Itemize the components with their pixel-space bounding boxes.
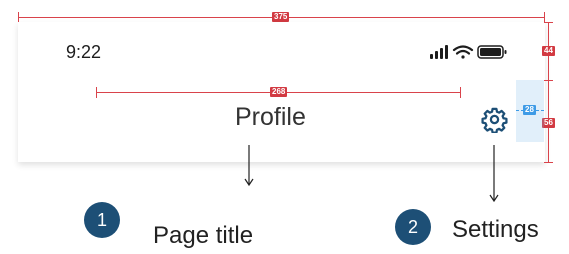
- callout-number-1: 1: [84, 202, 120, 238]
- callout-label-settings: Settings: [452, 216, 539, 243]
- callout-label-page-title: Page title: [153, 222, 254, 249]
- arrow-1: [244, 145, 254, 187]
- arrow-2: [489, 145, 499, 203]
- callout-number-2: 2: [395, 209, 431, 245]
